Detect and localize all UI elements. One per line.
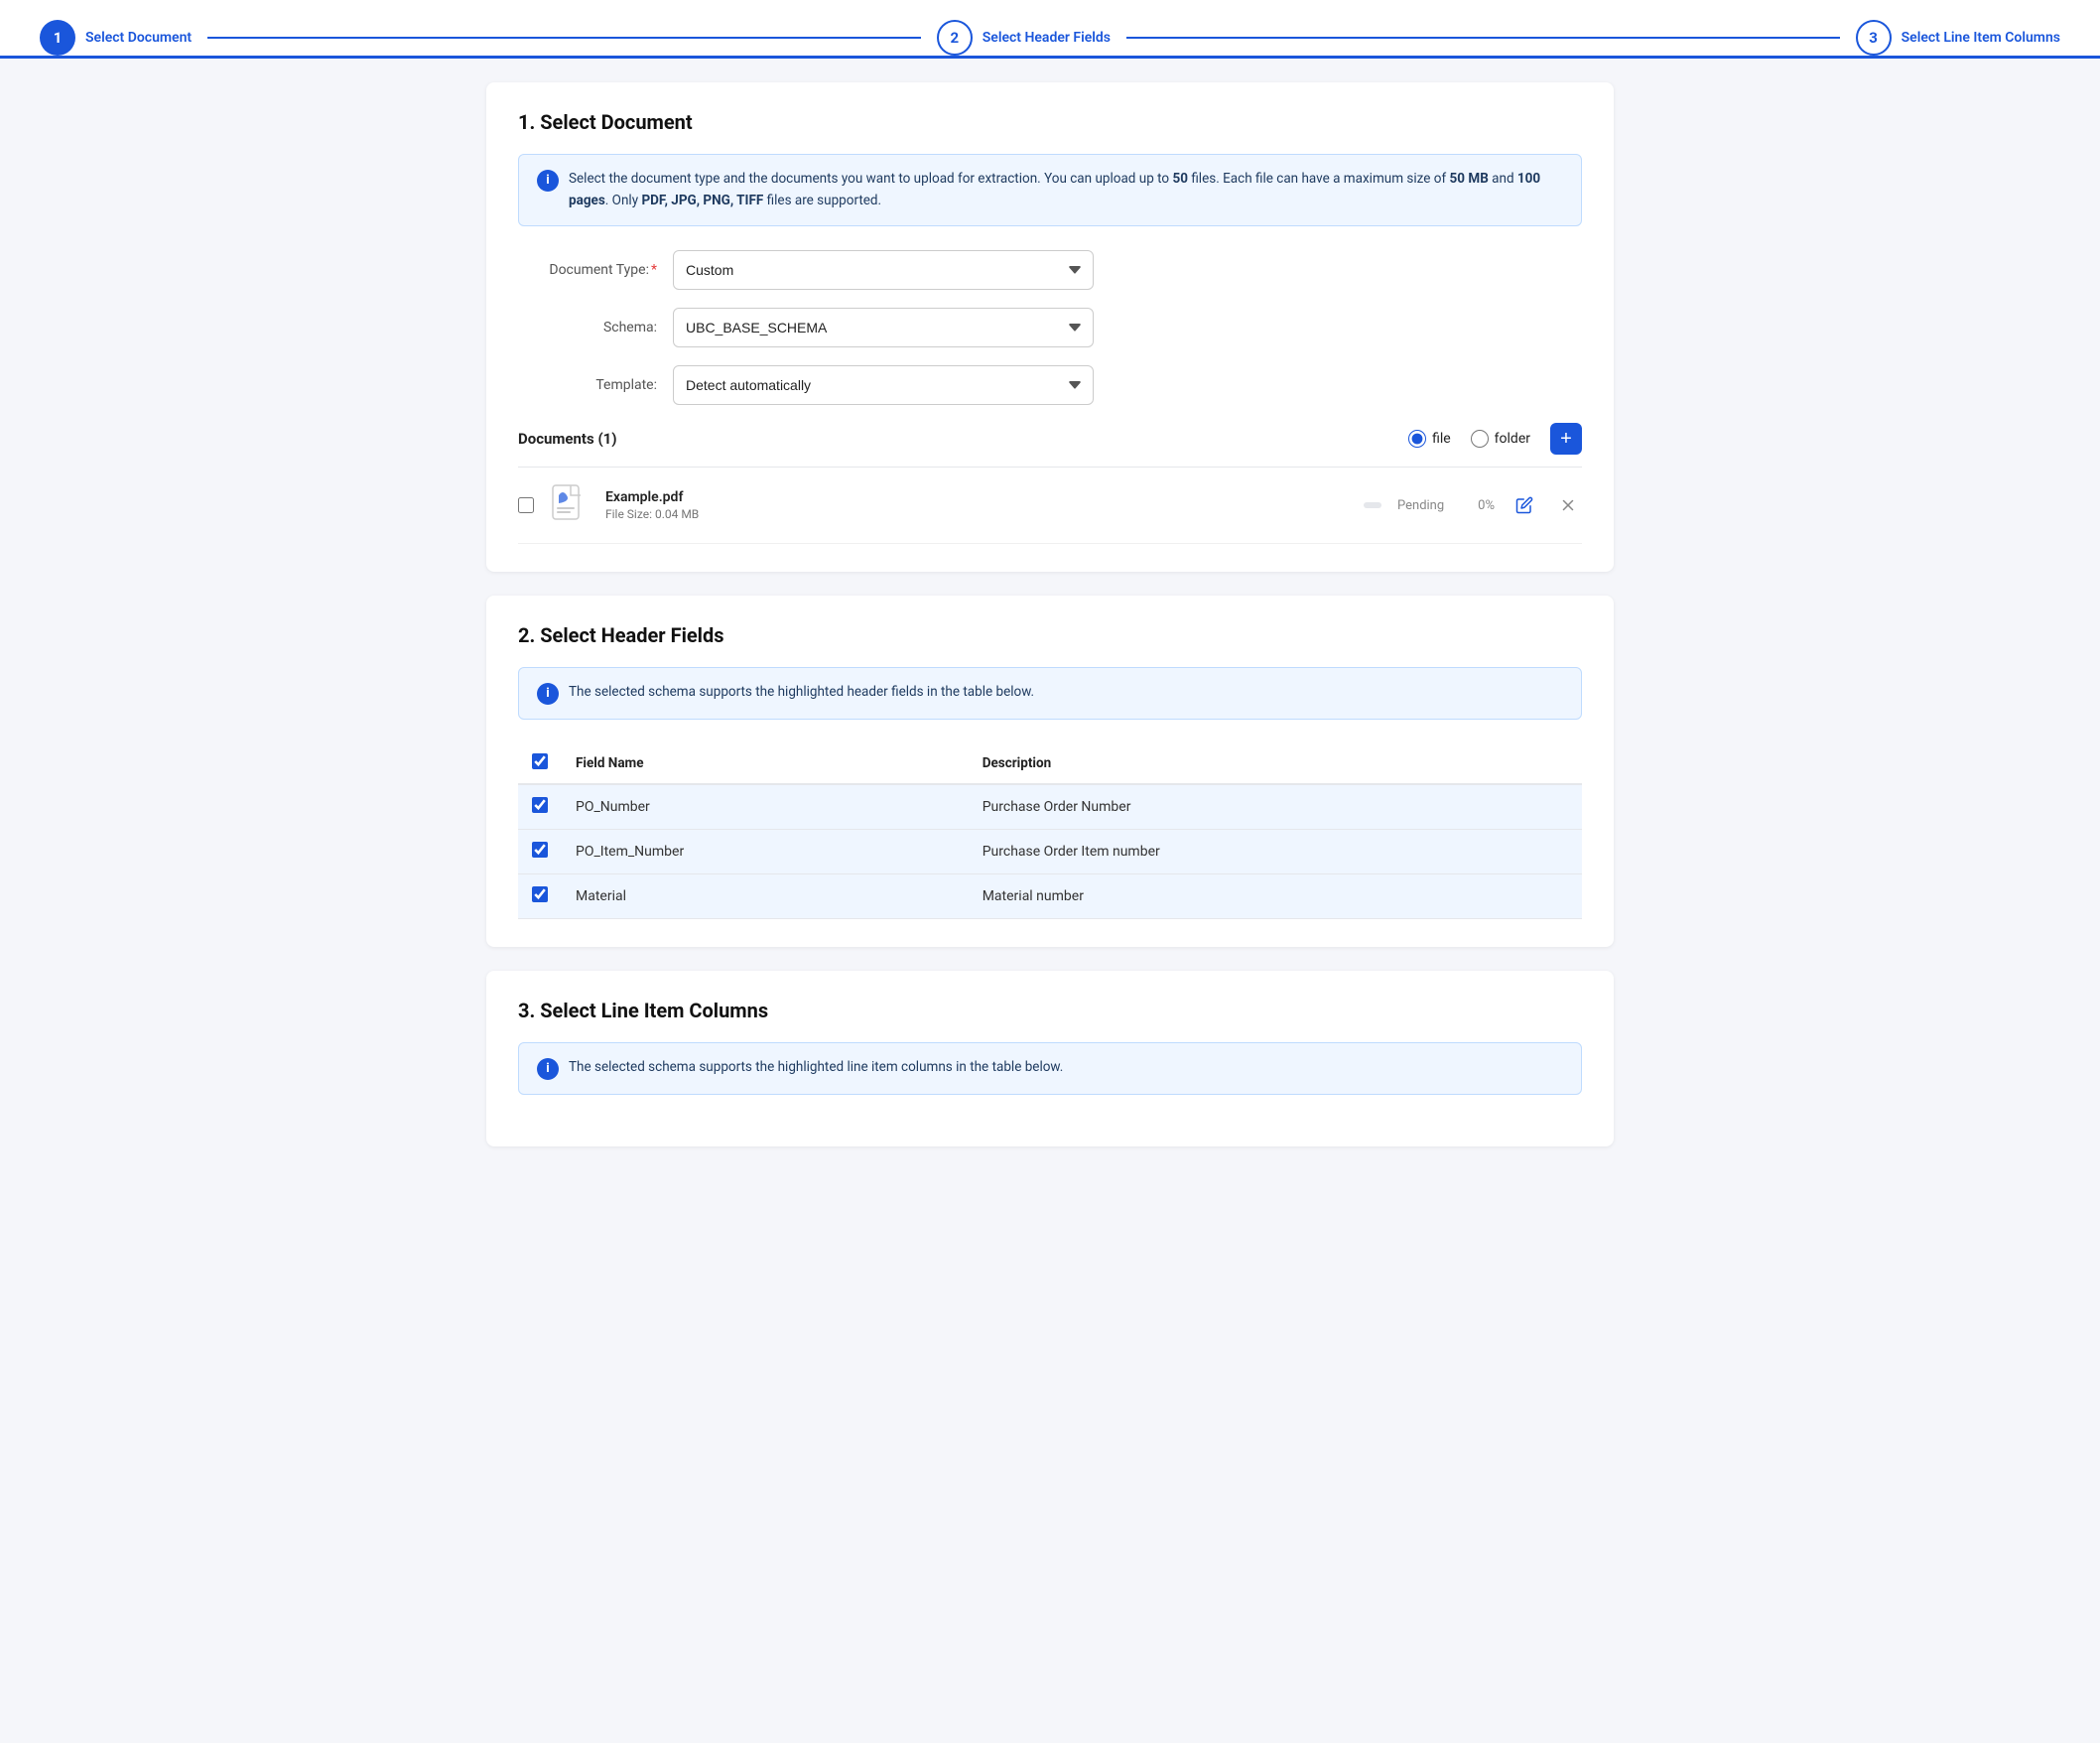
edit-file-icon[interactable] bbox=[1510, 491, 1538, 519]
row-field-name: Material bbox=[562, 874, 969, 919]
section-3-title: 3. Select Line Item Columns bbox=[518, 999, 1582, 1022]
file-percent-text: 0% bbox=[1463, 498, 1495, 513]
file-row-checkbox[interactable] bbox=[518, 497, 534, 513]
section-1-info: i Select the document type and the docum… bbox=[518, 154, 1582, 226]
schema-label: Schema: bbox=[518, 320, 657, 335]
section-2-title: 2. Select Header Fields bbox=[518, 623, 1582, 647]
template-row: Template: Detect automatically Template … bbox=[518, 365, 1094, 405]
row-checkbox-cell bbox=[518, 874, 562, 919]
section-3-info: i The selected schema supports the highl… bbox=[518, 1042, 1582, 1095]
th-field-name: Field Name bbox=[562, 743, 969, 784]
step-2-circle: 2 bbox=[937, 20, 973, 56]
template-select[interactable]: Detect automatically Template 1 Template… bbox=[673, 365, 1094, 405]
file-folder-radio-group: file folder bbox=[1408, 430, 1530, 448]
select-all-checkbox[interactable] bbox=[532, 753, 548, 769]
document-type-select[interactable]: Custom Invoice PO bbox=[673, 250, 1094, 290]
section-2-card: 2. Select Header Fields i The selected s… bbox=[486, 596, 1614, 947]
row-checkbox[interactable] bbox=[532, 797, 548, 813]
file-radio-input[interactable] bbox=[1408, 430, 1426, 448]
step-2-label: Select Header Fields bbox=[983, 30, 1111, 46]
stepper: 1 Select Document 2 Select Header Fields… bbox=[0, 0, 2100, 59]
row-field-name: PO_Item_Number bbox=[562, 830, 969, 874]
row-description: Purchase Order Item number bbox=[969, 830, 1582, 874]
required-marker: * bbox=[651, 262, 657, 278]
step-1-label: Select Document bbox=[85, 30, 192, 46]
section-3-info-text: The selected schema supports the highlig… bbox=[569, 1057, 1063, 1079]
main-content: 1. Select Document i Select the document… bbox=[455, 59, 1645, 1194]
table-row: PO_Item_Number Purchase Order Item numbe… bbox=[518, 830, 1582, 874]
step-1-circle: 1 bbox=[40, 20, 75, 56]
step-3-label: Select Line Item Columns bbox=[1902, 30, 2060, 46]
row-description: Purchase Order Number bbox=[969, 784, 1582, 830]
step-3[interactable]: 3 Select Line Item Columns bbox=[1856, 20, 2060, 56]
documents-count-title: Documents (1) bbox=[518, 430, 617, 448]
file-name: Example.pdf bbox=[605, 489, 1350, 505]
file-info: Example.pdf File Size: 0.04 MB bbox=[605, 489, 1350, 521]
info-icon-1: i bbox=[537, 170, 559, 192]
step-2[interactable]: 2 Select Header Fields bbox=[937, 20, 1111, 56]
row-field-name: PO_Number bbox=[562, 784, 969, 830]
file-status-area: Pending 0% bbox=[1364, 491, 1582, 519]
info-icon-3: i bbox=[537, 1058, 559, 1080]
add-document-button[interactable]: + bbox=[1550, 423, 1582, 455]
file-radio-item[interactable]: file bbox=[1408, 430, 1451, 448]
progress-bar bbox=[1364, 502, 1381, 508]
section-1-card: 1. Select Document i Select the document… bbox=[486, 82, 1614, 572]
schema-select[interactable]: UBC_BASE_SCHEMA Default Schema bbox=[673, 308, 1094, 347]
header-fields-table: Field Name Description PO_Number Purchas… bbox=[518, 743, 1582, 919]
info-icon-2: i bbox=[537, 683, 559, 705]
folder-radio-label: folder bbox=[1495, 431, 1530, 447]
table-row: Material Material number bbox=[518, 874, 1582, 919]
step-connector-1-2 bbox=[207, 37, 921, 39]
file-type-icon bbox=[548, 483, 591, 527]
row-description: Material number bbox=[969, 874, 1582, 919]
step-3-circle: 3 bbox=[1856, 20, 1892, 56]
document-type-row: Document Type:* Custom Invoice PO bbox=[518, 250, 1094, 290]
folder-radio-item[interactable]: folder bbox=[1471, 430, 1530, 448]
template-label: Template: bbox=[518, 377, 657, 393]
th-select-all bbox=[518, 743, 562, 784]
row-checkbox[interactable] bbox=[532, 842, 548, 858]
schema-row: Schema: UBC_BASE_SCHEMA Default Schema bbox=[518, 308, 1094, 347]
section-3-card: 3. Select Line Item Columns i The select… bbox=[486, 971, 1614, 1146]
file-row: Example.pdf File Size: 0.04 MB Pending 0… bbox=[518, 468, 1582, 544]
row-checkbox[interactable] bbox=[532, 886, 548, 902]
row-checkbox-cell bbox=[518, 784, 562, 830]
remove-file-icon[interactable] bbox=[1554, 491, 1582, 519]
file-status-text: Pending bbox=[1397, 498, 1447, 513]
section-1-info-text: Select the document type and the documen… bbox=[569, 169, 1563, 211]
document-type-label: Document Type:* bbox=[518, 262, 657, 278]
documents-header: Documents (1) file folder + bbox=[518, 423, 1582, 468]
file-size: File Size: 0.04 MB bbox=[605, 507, 1350, 521]
section-2-info: i The selected schema supports the highl… bbox=[518, 667, 1582, 720]
folder-radio-input[interactable] bbox=[1471, 430, 1489, 448]
section-1-title: 1. Select Document bbox=[518, 110, 1582, 134]
th-description: Description bbox=[969, 743, 1582, 784]
table-row: PO_Number Purchase Order Number bbox=[518, 784, 1582, 830]
step-connector-2-3 bbox=[1126, 37, 1840, 39]
row-checkbox-cell bbox=[518, 830, 562, 874]
section-2-info-text: The selected schema supports the highlig… bbox=[569, 682, 1034, 704]
step-1[interactable]: 1 Select Document bbox=[40, 20, 192, 56]
file-radio-label: file bbox=[1432, 431, 1451, 447]
